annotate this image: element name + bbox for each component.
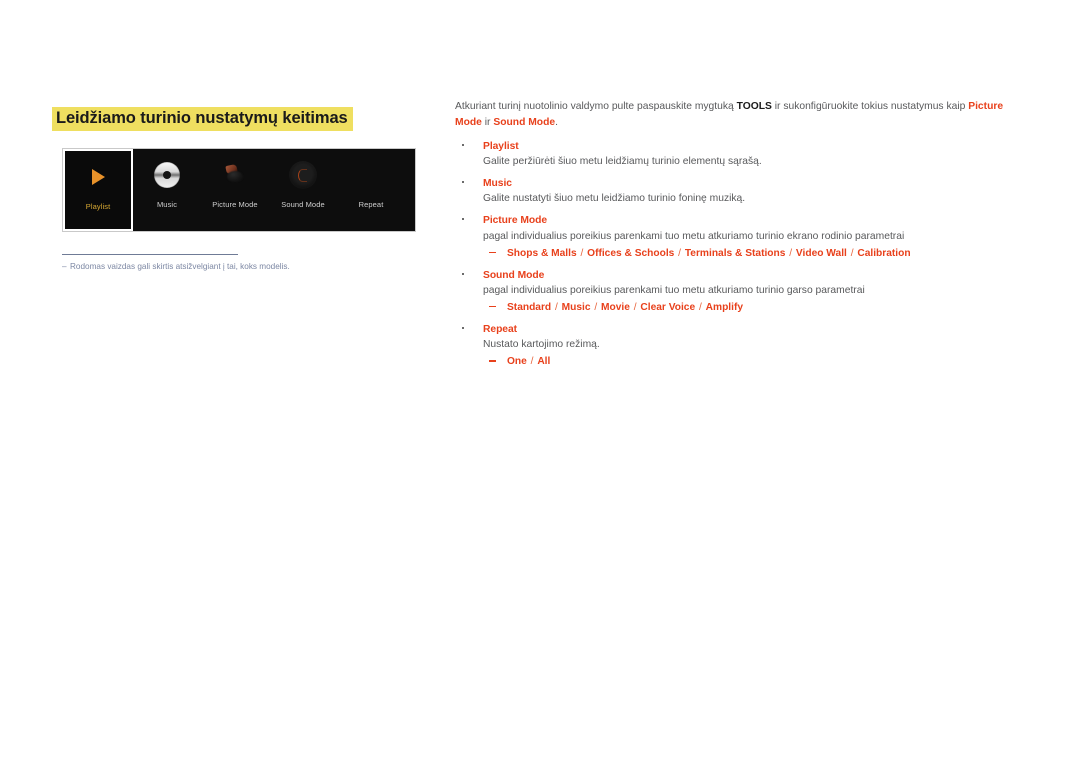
bullet-description: pagal individualius poreikius parenkami …	[483, 284, 865, 296]
intro-text-1: Atkuriant turinį nuotolinio valdymo pult…	[455, 101, 737, 112]
option-values: Standard / Music / Movie / Clear Voice /…	[507, 302, 743, 313]
intro-paragraph: Atkuriant turinį nuotolinio valdymo pult…	[455, 99, 1006, 132]
option-value: Terminals & Stations	[684, 247, 786, 259]
dash-icon	[489, 251, 496, 254]
bullet-title: Picture Mode	[483, 215, 548, 227]
option-value: Amplify	[705, 301, 744, 313]
settings-list: Playlist Galite peržiūrėti šiuo metu lei…	[455, 139, 1006, 370]
left-column: Leidžiamo turinio nustatymų keitimas Pla…	[52, 96, 422, 271]
option-separator: /	[630, 301, 640, 313]
bullet-title: Repeat	[483, 323, 518, 335]
option-value: Shops & Malls	[507, 247, 577, 259]
option-value: Music	[561, 301, 591, 313]
osd-item-music[interactable]: Music	[133, 149, 201, 231]
option-separator: /	[786, 247, 795, 259]
repeat-icon	[337, 149, 405, 201]
osd-item-label: Music	[156, 200, 178, 209]
intro-text-4: .	[555, 117, 558, 129]
osd-item-label: Repeat	[358, 200, 384, 209]
bullet-dot-icon	[462, 143, 464, 146]
footnote-divider	[62, 254, 238, 255]
dash-icon	[489, 305, 496, 308]
bullet-title: Sound Mode	[483, 269, 545, 281]
disc-icon	[133, 149, 201, 201]
bullet-title: Music	[483, 177, 512, 189]
osd-item-label: Playlist	[85, 202, 111, 211]
right-column: Atkuriant turinį nuotolinio valdymo pult…	[455, 99, 1006, 376]
option-value: Movie	[601, 301, 630, 313]
option-row: Standard / Music / Movie / Clear Voice /…	[483, 300, 1006, 316]
osd-item-playlist[interactable]: Playlist	[63, 149, 133, 231]
footnote: ‒ Rodomas vaizdas gali skirtis atsižvelg…	[62, 262, 422, 272]
option-separator: /	[552, 301, 561, 313]
bullet-dot-icon	[462, 326, 464, 329]
option-separator: /	[847, 247, 857, 259]
osd-item-label: Sound Mode	[281, 200, 325, 209]
option-separator: /	[675, 247, 684, 259]
sound-knob-icon	[269, 149, 337, 201]
intro-text-2: ir sukonfigūruokite tokius nustatymus ka…	[771, 101, 969, 112]
bullet-dot-icon	[462, 272, 464, 275]
intro-text-3: ir	[481, 117, 494, 129]
option-value: Video Wall	[795, 247, 847, 259]
option-value: All	[537, 356, 551, 368]
option-values: One / All	[507, 356, 550, 367]
page-title: Leidžiamo turinio nustatymų keitimas	[52, 107, 353, 132]
dash-icon	[489, 360, 496, 362]
sound-mode-ref: Sound Mode	[493, 117, 556, 129]
osd-tools-panel: Playlist Music Picture Mode Sound Mode R…	[62, 148, 416, 232]
bullet-title: Playlist	[483, 140, 519, 152]
bullet-description: Nustato kartojimo režimą.	[483, 339, 600, 351]
option-values: Shops & Malls / Offices & Schools / Term…	[507, 248, 911, 259]
option-value: Offices & Schools	[587, 247, 675, 259]
play-icon	[65, 151, 131, 203]
bullet-description: Galite peržiūrėti šiuo metu leidžiamų tu…	[483, 155, 762, 167]
option-list: One / All	[483, 354, 1006, 370]
option-separator: /	[577, 247, 587, 259]
bullet-dot-icon	[462, 218, 464, 221]
option-separator: /	[696, 301, 705, 313]
option-list: Shops & Malls / Offices & Schools / Term…	[483, 246, 1006, 262]
option-value: Standard	[507, 301, 552, 313]
option-list: Standard / Music / Movie / Clear Voice /…	[483, 300, 1006, 316]
list-item: Repeat Nustato kartojimo režimą. One / A…	[455, 322, 1006, 370]
list-item: Picture Mode pagal individualius poreiki…	[455, 213, 1006, 261]
osd-item-sound-mode[interactable]: Sound Mode	[269, 149, 337, 231]
picture-mode-icon	[201, 149, 269, 201]
tools-button-name: TOOLS	[736, 101, 772, 112]
bullet-dot-icon	[462, 180, 464, 183]
list-item: Playlist Galite peržiūrėti šiuo metu lei…	[455, 139, 1006, 170]
list-item: Sound Mode pagal individualius poreikius…	[455, 268, 1006, 316]
bullet-description: Galite nustatyti šiuo metu leidžiamo tur…	[483, 193, 746, 205]
option-separator: /	[527, 356, 537, 368]
osd-item-repeat[interactable]: Repeat	[337, 149, 405, 231]
option-value: One	[507, 356, 527, 368]
osd-item-label: Picture Mode	[212, 200, 258, 209]
osd-item-picture-mode[interactable]: Picture Mode	[201, 149, 269, 231]
list-item: Music Galite nustatyti šiuo metu leidžia…	[455, 176, 1006, 207]
option-value: Calibration	[857, 247, 911, 259]
footnote-dash: ‒	[62, 262, 67, 271]
option-row: Shops & Malls / Offices & Schools / Term…	[483, 246, 1006, 262]
option-separator: /	[591, 301, 601, 313]
option-row: One / All	[483, 354, 1006, 370]
footnote-text: Rodomas vaizdas gali skirtis atsižvelgia…	[70, 262, 290, 271]
bullet-description: pagal individualius poreikius parenkami …	[483, 230, 905, 242]
option-value: Clear Voice	[640, 301, 696, 313]
